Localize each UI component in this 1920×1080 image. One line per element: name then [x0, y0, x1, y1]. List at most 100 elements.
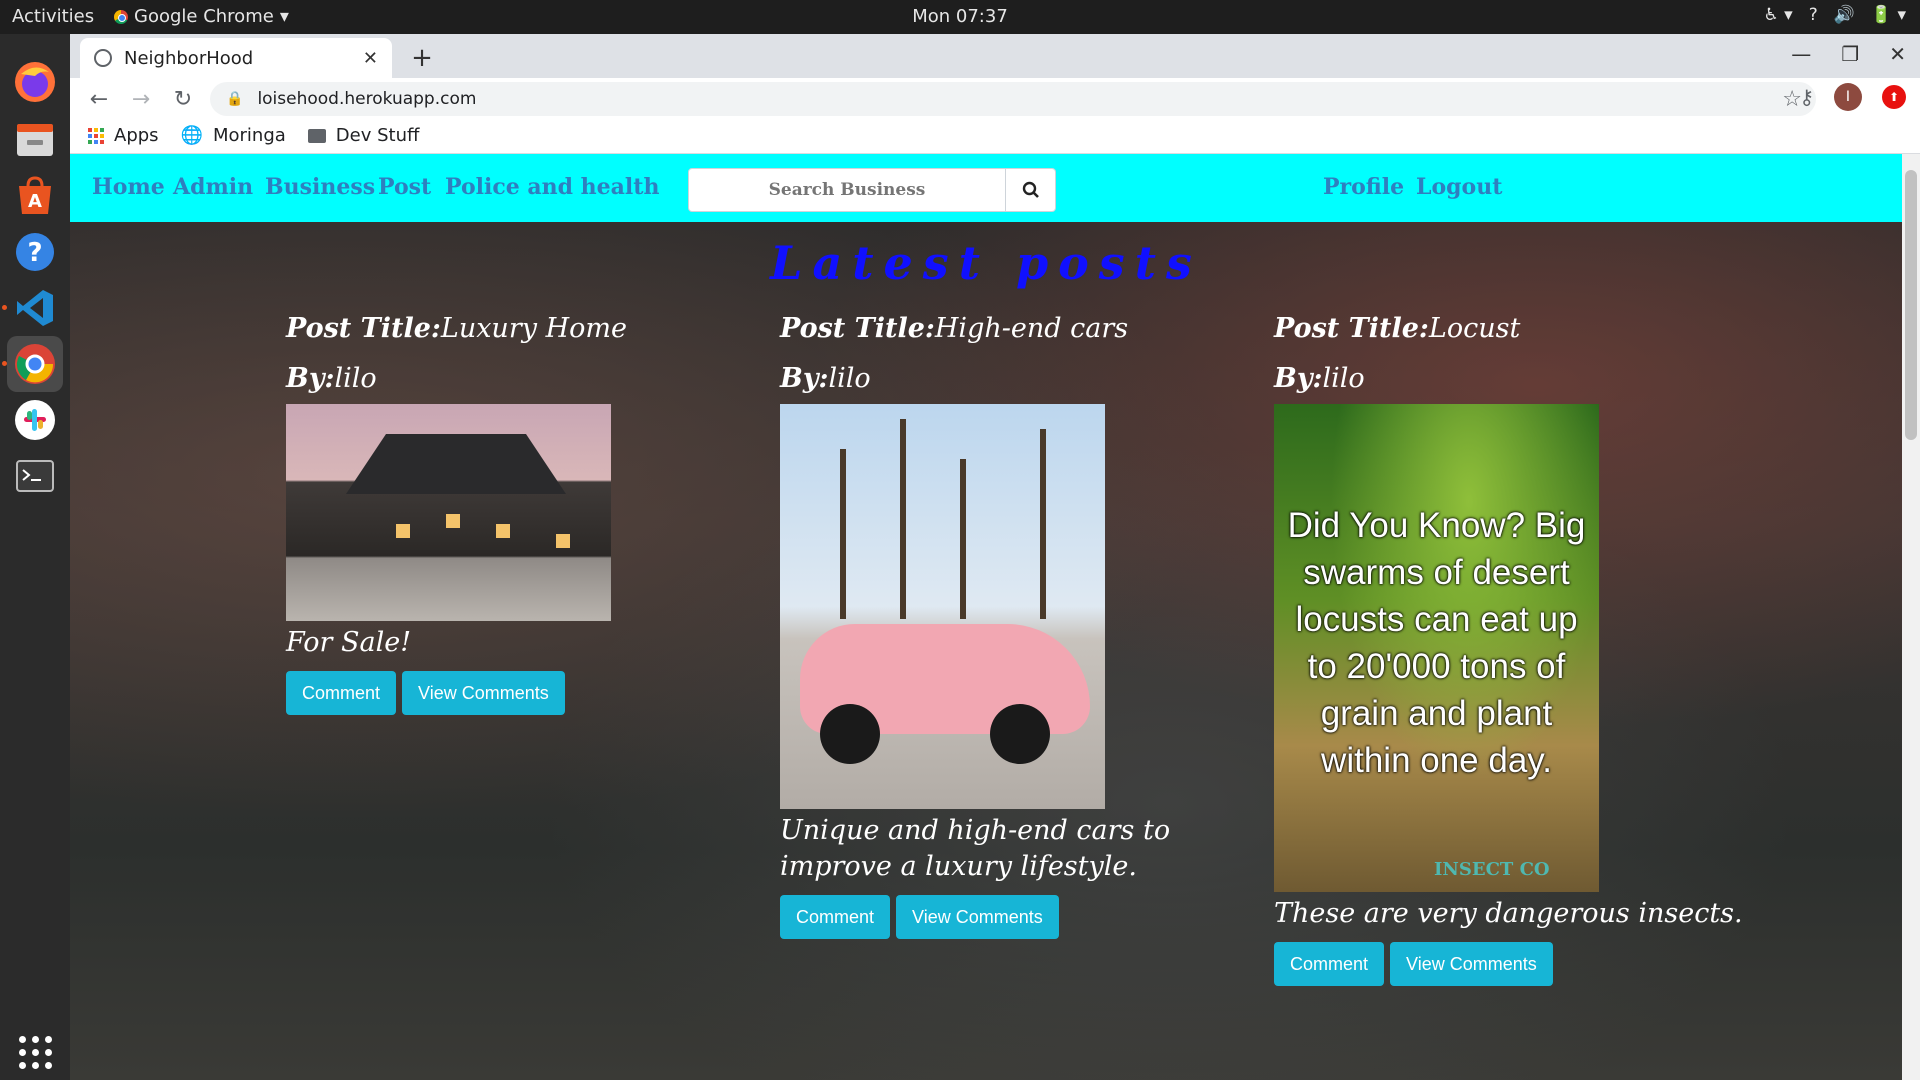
bookmark-apps[interactable]: Apps — [88, 125, 159, 146]
clock[interactable]: Mon 07:37 — [912, 6, 1008, 27]
nav-post[interactable]: Post — [378, 174, 431, 200]
chevron-down-icon: ▾ — [279, 6, 289, 27]
nav-admin[interactable]: Admin — [173, 174, 253, 200]
comment-button[interactable]: Comment — [780, 895, 891, 939]
site-navbar: Home Admin Business Post Police and heal… — [70, 154, 1902, 222]
svg-text:A: A — [28, 191, 42, 212]
house-roof-shape — [346, 434, 566, 494]
vscode-icon[interactable] — [7, 280, 63, 336]
tab-title: NeighborHood — [124, 47, 254, 69]
volume-icon[interactable]: 🔊 — [1834, 5, 1855, 25]
minimize-icon[interactable]: — — [1791, 42, 1811, 66]
post-title: Post Title:Luxury Home — [286, 304, 746, 354]
house-window — [556, 534, 570, 548]
forward-icon[interactable]: → — [126, 84, 156, 114]
browser-toolbar: ← → ↻ 🔒 loisehood.herokuapp.com ☆ ⚷ I ⬆ — [70, 78, 1920, 118]
view-comments-button[interactable]: View Comments — [402, 671, 565, 715]
palm-tree — [1040, 429, 1046, 619]
post-author-value: lilo — [334, 363, 377, 394]
post-author-value: lilo — [828, 363, 871, 394]
palm-tree — [960, 459, 966, 619]
maximize-icon[interactable]: ❐ — [1841, 42, 1859, 66]
reload-icon[interactable]: ↻ — [168, 84, 198, 114]
nav-profile[interactable]: Profile — [1323, 174, 1404, 200]
chrome-icon[interactable] — [7, 336, 63, 392]
comment-button[interactable]: Comment — [1274, 942, 1385, 986]
close-tab-icon[interactable]: ✕ — [363, 48, 378, 69]
bookmark-dev-stuff[interactable]: Dev Stuff — [307, 125, 420, 146]
post-author: By:lilo — [1274, 354, 1744, 404]
post-title: Post Title:Locust — [1274, 304, 1744, 354]
post-author: By:lilo — [286, 354, 746, 404]
tab-strip: NeighborHood ✕ + — ❐ ✕ — [70, 34, 1920, 78]
post-author-label: By: — [286, 363, 335, 394]
post-title-label: Post Title: — [286, 313, 441, 344]
files-icon[interactable] — [7, 112, 63, 168]
app-menu[interactable]: Google Chrome ▾ — [114, 6, 289, 27]
search-business-input[interactable] — [688, 168, 1006, 212]
house-window — [446, 514, 460, 528]
post-description: Unique and high-end cars to improve a lu… — [780, 815, 1171, 882]
globe-icon — [94, 49, 112, 67]
search-button[interactable] — [1006, 168, 1056, 212]
palm-tree — [840, 449, 846, 619]
address-bar[interactable]: 🔒 loisehood.herokuapp.com ☆ — [210, 82, 1816, 116]
tab-neighborhood[interactable]: NeighborHood ✕ — [80, 38, 392, 78]
url-text: loisehood.herokuapp.com — [257, 89, 477, 109]
terminal-icon[interactable] — [7, 448, 63, 504]
post-description: For Sale! — [286, 627, 412, 658]
show-apps-icon[interactable] — [7, 1024, 63, 1080]
nav-police-and-health[interactable]: Police and health — [445, 174, 659, 200]
image-fact-text: Did You Know? Big swarms of desert locus… — [1287, 506, 1586, 780]
post-card: Post Title:High-end cars By:lilo Unique … — [780, 304, 1240, 939]
accessibility-icon[interactable]: ♿ ▾ — [1764, 5, 1793, 25]
help-icon[interactable]: ? — [7, 224, 63, 280]
view-comments-button[interactable]: View Comments — [896, 895, 1059, 939]
battery-icon[interactable]: 🔋 ▾ — [1871, 5, 1906, 25]
post-title-value: High-end cars — [934, 313, 1129, 344]
help-tray-icon[interactable]: ? — [1809, 5, 1818, 25]
post-image-locust: Did You Know? Big swarms of desert locus… — [1274, 404, 1599, 892]
post-author-label: By: — [780, 363, 829, 394]
post-author-value: lilo — [1322, 363, 1365, 394]
view-comments-button[interactable]: View Comments — [1390, 942, 1553, 986]
new-tab-button[interactable]: + — [406, 42, 438, 74]
image-watermark: INSECT CO — [1434, 859, 1550, 880]
post-description: These are very dangerous insects. — [1274, 898, 1743, 929]
page-scrollbar[interactable] — [1902, 154, 1920, 1080]
nav-logout[interactable]: Logout — [1416, 174, 1502, 200]
dock: A ? — [0, 34, 70, 1080]
post-author-label: By: — [1274, 363, 1323, 394]
bookmark-moringa[interactable]: 🌐 Moringa — [181, 125, 286, 146]
nav-business[interactable]: Business — [265, 174, 375, 200]
scrollbar-thumb[interactable] — [1905, 170, 1917, 440]
bookmark-label: Dev Stuff — [335, 125, 420, 146]
nav-home[interactable]: Home — [92, 174, 165, 200]
search-icon — [1022, 181, 1039, 198]
profile-avatar[interactable]: I — [1834, 83, 1862, 111]
bookmarks-bar: Apps 🌐 Moringa Dev Stuff — [70, 118, 1920, 154]
house-window — [396, 524, 410, 538]
close-window-icon[interactable]: ✕ — [1889, 42, 1906, 66]
back-icon[interactable]: ← — [84, 84, 114, 114]
window-controls: — ❐ ✕ — [1791, 42, 1906, 66]
activities-button[interactable]: Activities — [12, 6, 94, 27]
post-title: Post Title:High-end cars — [780, 304, 1240, 354]
search-form — [688, 168, 1056, 212]
extension-icon[interactable]: ⬆ — [1882, 85, 1906, 109]
firefox-icon[interactable] — [7, 54, 63, 110]
post-actions: Comment View Comments — [286, 671, 746, 715]
post-actions: Comment View Comments — [780, 895, 1240, 939]
house-window — [496, 524, 510, 538]
chrome-small-icon — [114, 9, 128, 24]
post-image-house — [286, 404, 611, 621]
lock-icon[interactable]: 🔒 — [226, 91, 243, 107]
page-viewport: Home Admin Business Post Police and heal… — [70, 154, 1920, 1080]
software-icon[interactable]: A — [7, 168, 63, 224]
slack-icon[interactable] — [7, 392, 63, 448]
system-tray[interactable]: ♿ ▾ ? 🔊 🔋 ▾ — [1764, 5, 1907, 25]
key-icon[interactable]: ⚷ — [1799, 85, 1814, 109]
post-title-value: Luxury Home — [440, 313, 627, 344]
post-card: Post Title:Locust By:lilo Did You Know? … — [1274, 304, 1744, 986]
comment-button[interactable]: Comment — [286, 671, 397, 715]
